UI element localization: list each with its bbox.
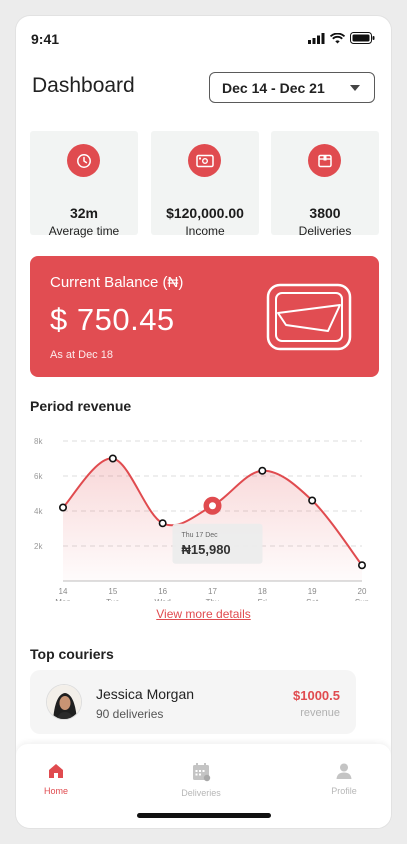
signal-icon	[308, 32, 325, 44]
wallet-icon	[266, 283, 352, 351]
balance-amount: $ 750.45	[50, 302, 175, 337]
home-icon	[49, 764, 63, 778]
status-bar: 9:41	[16, 16, 391, 60]
balance-title: Current Balance (₦)	[50, 274, 184, 291]
nav-label: Profile	[331, 786, 357, 796]
page-title: Dashboard	[32, 74, 135, 97]
revenue-chart: 8k 6k 4k 2k 14 Mon 15 Tue 16 Wed 17 Thu 18 Fri 19 Sat 2…	[34, 437, 369, 601]
avatar	[46, 684, 82, 720]
x-tick-day: 18	[258, 587, 267, 596]
chart-tooltip: Thu 17 Dec ₦15,980	[172, 523, 263, 564]
courier-revenue-label: revenue	[300, 707, 340, 719]
x-tick-day: 19	[308, 587, 317, 596]
courier-deliveries: 90 deliveries	[96, 707, 164, 721]
nav-item-home[interactable]: Home	[16, 762, 96, 796]
wifi-icon	[330, 32, 345, 43]
date-range-dropdown[interactable]: Dec 14 - Dec 21	[209, 72, 375, 103]
stat-label: Deliveries	[298, 224, 352, 238]
package-icon	[308, 144, 341, 177]
nav-item-deliveries[interactable]: Deliveries	[161, 762, 241, 798]
chart-point[interactable]	[158, 519, 167, 528]
home-indicator	[137, 813, 271, 818]
stat-value: 32m	[69, 205, 99, 221]
x-tick-day: 14	[59, 587, 68, 596]
x-tick-weekday: Mon	[55, 598, 71, 601]
stat-card-income: $120,000.00 Income	[151, 131, 259, 238]
stat-label: Average time	[48, 224, 120, 238]
courier-name: Jessica Morgan	[96, 686, 195, 702]
view-more-details-link[interactable]: View more details	[16, 607, 391, 621]
y-tick-label: 2k	[34, 542, 43, 551]
x-tick-weekday: Wed	[155, 598, 171, 601]
balance-card[interactable]: Current Balance (₦) $ 750.45 As at Dec 1…	[30, 256, 379, 377]
status-time: 9:41	[31, 31, 60, 47]
stat-card-average-time: 32m Average time	[30, 131, 138, 238]
x-tick-day: 15	[108, 587, 117, 596]
chart-point[interactable]	[258, 466, 267, 475]
y-tick-label: 4k	[34, 507, 43, 516]
courier-revenue-amount: $1000.5	[293, 688, 340, 703]
date-range-value: Dec 14 - Dec 21	[222, 79, 325, 96]
courier-card[interactable]: Jessica Morgan 90 deliveries $1000.5 rev…	[30, 670, 356, 734]
x-tick-weekday: Tue	[106, 598, 120, 601]
nav-label: Home	[43, 786, 68, 796]
clock-icon	[67, 144, 100, 177]
x-tick-weekday: Thu	[206, 598, 220, 601]
chart-point[interactable]	[308, 496, 317, 505]
x-tick-weekday: Sun	[355, 598, 369, 601]
tooltip-value: ₦15,980	[182, 542, 231, 557]
calendar-icon	[193, 763, 211, 782]
chart-point[interactable]	[58, 503, 67, 512]
top-couriers-title: Top couriers	[30, 646, 114, 662]
balance-date: As at Dec 18	[50, 349, 113, 361]
chart-point-highlight-center	[209, 502, 216, 510]
nav-label: Deliveries	[181, 788, 221, 798]
user-icon	[336, 763, 352, 779]
phone-screen: 9:41 Dashboard Dec 14 - Dec 21 32m Avera…	[16, 16, 391, 828]
x-tick-day: 20	[358, 587, 367, 596]
status-icons	[308, 32, 375, 44]
x-tick-day: 17	[208, 587, 217, 596]
x-tick-day: 16	[158, 587, 167, 596]
x-tick-weekday: Fri	[258, 598, 268, 601]
stat-card-deliveries: 3800 Deliveries	[271, 131, 379, 238]
stat-value: 3800	[309, 205, 341, 221]
chart-point[interactable]	[357, 561, 366, 570]
nav-item-profile[interactable]: Profile	[304, 762, 384, 796]
battery-icon	[350, 32, 375, 44]
y-tick-label: 6k	[34, 472, 43, 481]
y-tick-label: 8k	[34, 437, 43, 446]
x-tick-weekday: Sat	[306, 598, 319, 601]
cash-icon	[188, 144, 221, 177]
chart-point[interactable]	[108, 454, 117, 463]
chevron-down-icon	[350, 85, 360, 91]
period-revenue-title: Period revenue	[30, 398, 132, 414]
stat-value: $120,000.00	[166, 205, 244, 221]
tooltip-label: Thu 17 Dec	[182, 532, 219, 539]
stat-label: Income	[185, 224, 225, 238]
